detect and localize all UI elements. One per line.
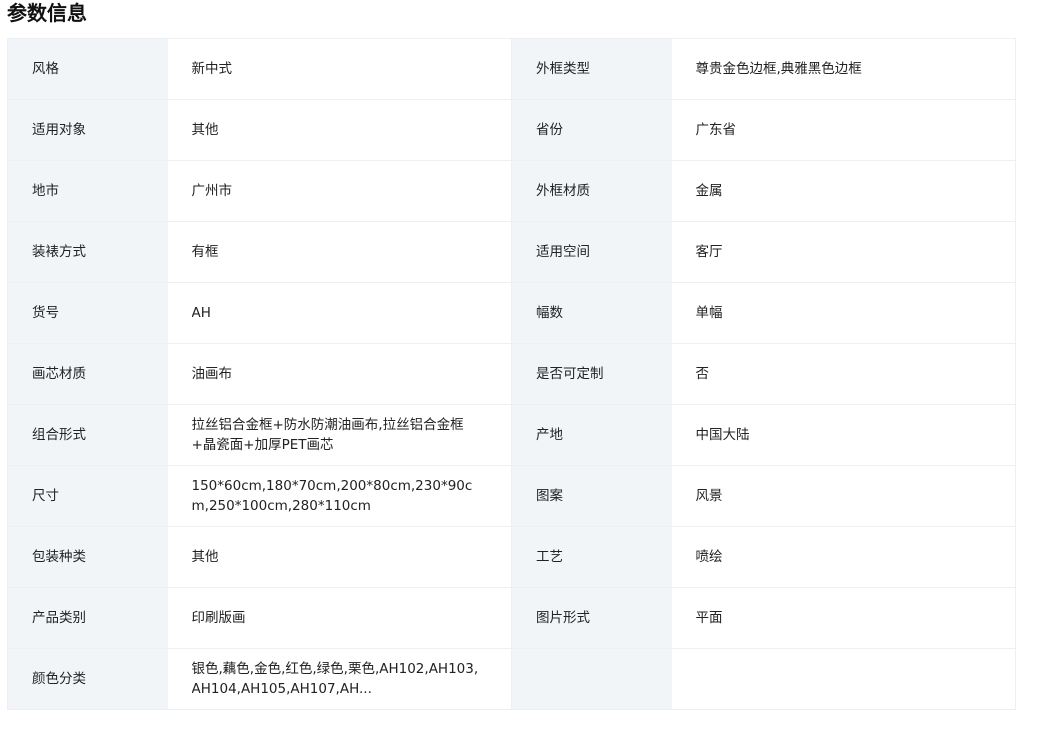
param-value: 金属 [671, 160, 1016, 222]
param-value-text: 尊贵金色边框,典雅黑色边框 [695, 61, 862, 77]
param-label: 幅数 [511, 282, 672, 344]
param-value-text: 否 [695, 366, 710, 382]
param-value: AH [167, 282, 512, 344]
param-value: 否 [671, 343, 1016, 405]
table-row: 颜色分类 银色,藕色,金色,红色,绿色,栗色,AH102,AH103,AH104… [7, 648, 1016, 710]
param-value-text: 平面 [695, 610, 723, 626]
param-label: 外框类型 [511, 38, 672, 100]
param-value-text: 客厅 [695, 244, 723, 260]
param-value-empty [671, 648, 1016, 710]
param-value: 有框 [167, 221, 512, 283]
param-value-text: 新中式 [191, 61, 233, 77]
param-label-empty [511, 648, 672, 710]
param-value-text: 广州市 [191, 183, 233, 199]
param-value: 喷绘 [671, 526, 1016, 588]
param-value: 风景 [671, 465, 1016, 527]
param-value: 尊贵金色边框,典雅黑色边框 [671, 38, 1016, 100]
param-value-text: 油画布 [191, 366, 233, 382]
table-row: 组合形式 拉丝铝合金框+防水防潮油画布,拉丝铝合金框+晶瓷面+加厚PET画芯 产… [7, 404, 1016, 466]
param-value-text: 金属 [695, 183, 723, 199]
param-value-text: 150*60cm,180*70cm,200*80cm,230*90cm,250*… [191, 478, 473, 514]
param-value-text: 喷绘 [695, 549, 723, 565]
table-row: 包装种类 其他 工艺 喷绘 [7, 526, 1016, 588]
param-value-text: 风景 [695, 488, 723, 504]
param-value-text: 印刷版画 [191, 610, 246, 626]
section-title: 参数信息 [7, 1, 87, 25]
table-row: 尺寸 150*60cm,180*70cm,200*80cm,230*90cm,2… [7, 465, 1016, 527]
table-row: 适用对象 其他 省份 广东省 [7, 99, 1016, 161]
param-label: 地市 [7, 160, 168, 222]
param-value: 其他 [167, 526, 512, 588]
param-value-text: 其他 [191, 122, 219, 138]
param-label: 是否可定制 [511, 343, 672, 405]
table-row: 风格 新中式 外框类型 尊贵金色边框,典雅黑色边框 [7, 38, 1016, 100]
table-row: 地市 广州市 外框材质 金属 [7, 160, 1016, 222]
param-label: 产地 [511, 404, 672, 466]
table-row: 装裱方式 有框 适用空间 客厅 [7, 221, 1016, 283]
param-label: 图片形式 [511, 587, 672, 649]
param-label: 尺寸 [7, 465, 168, 527]
param-label: 包装种类 [7, 526, 168, 588]
param-value-text: 银色,藕色,金色,红色,绿色,栗色,AH102,AH103,AH104,AH10… [191, 661, 479, 697]
param-label: 适用空间 [511, 221, 672, 283]
param-value: 广东省 [671, 99, 1016, 161]
param-label: 颜色分类 [7, 648, 168, 710]
param-label: 省份 [511, 99, 672, 161]
param-value: 新中式 [167, 38, 512, 100]
param-value-text: AH [191, 305, 211, 321]
param-value-text: 拉丝铝合金框+防水防潮油画布,拉丝铝合金框+晶瓷面+加厚PET画芯 [191, 417, 464, 453]
param-value-text: 广东省 [695, 122, 737, 138]
param-value: 拉丝铝合金框+防水防潮油画布,拉丝铝合金框+晶瓷面+加厚PET画芯 [167, 404, 512, 466]
param-label: 适用对象 [7, 99, 168, 161]
param-value: 150*60cm,180*70cm,200*80cm,230*90cm,250*… [167, 465, 512, 527]
table-row: 画芯材质 油画布 是否可定制 否 [7, 343, 1016, 405]
param-label: 画芯材质 [7, 343, 168, 405]
param-value: 油画布 [167, 343, 512, 405]
param-value-text: 其他 [191, 549, 219, 565]
param-label: 风格 [7, 38, 168, 100]
param-label: 产品类别 [7, 587, 168, 649]
param-value: 银色,藕色,金色,红色,绿色,栗色,AH102,AH103,AH104,AH10… [167, 648, 512, 710]
table-row: 货号 AH 幅数 单幅 [7, 282, 1016, 344]
param-value: 印刷版画 [167, 587, 512, 649]
param-label: 装裱方式 [7, 221, 168, 283]
param-label: 货号 [7, 282, 168, 344]
param-label: 图案 [511, 465, 672, 527]
param-value: 单幅 [671, 282, 1016, 344]
param-value-text: 有框 [191, 244, 219, 260]
table-row: 产品类别 印刷版画 图片形式 平面 [7, 587, 1016, 649]
param-value: 中国大陆 [671, 404, 1016, 466]
param-label: 工艺 [511, 526, 672, 588]
param-value: 广州市 [167, 160, 512, 222]
params-table: 风格 新中式 外框类型 尊贵金色边框,典雅黑色边框 适用对象 其他 省份 广东省… [7, 38, 1016, 710]
param-value: 客厅 [671, 221, 1016, 283]
param-value: 其他 [167, 99, 512, 161]
param-value-text: 单幅 [695, 305, 723, 321]
param-label: 外框材质 [511, 160, 672, 222]
param-value: 平面 [671, 587, 1016, 649]
param-value-text: 中国大陆 [695, 427, 750, 443]
param-label: 组合形式 [7, 404, 168, 466]
